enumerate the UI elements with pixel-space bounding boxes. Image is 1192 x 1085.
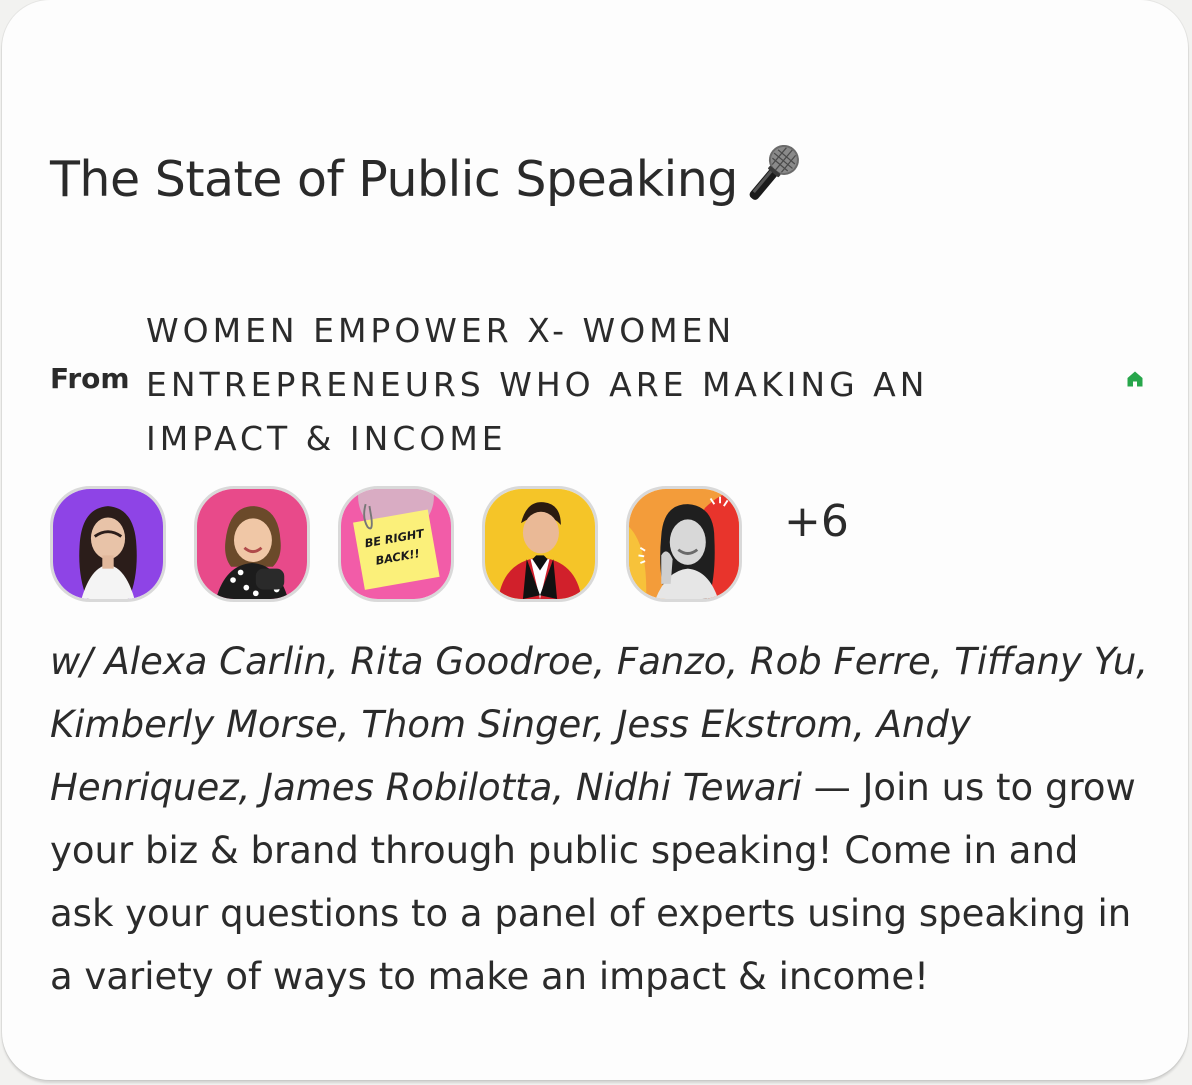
speaker-avatar[interactable] <box>50 486 166 602</box>
speaker-avatar[interactable] <box>482 486 598 602</box>
club-row[interactable]: From WOMEN EMPOWER X- WOMEN ENTREPRENEUR… <box>50 304 1150 464</box>
event-card[interactable]: The State of Public Speaking From WOMEN … <box>2 0 1188 1080</box>
microphone-icon <box>738 140 808 206</box>
club-name[interactable]: WOMEN EMPOWER X- WOMEN ENTREPRENEURS WHO… <box>146 304 1026 466</box>
home-icon <box>1126 370 1144 388</box>
event-title: The State of Public Speaking <box>50 151 738 208</box>
event-description: w/ Alexa Carlin, Rita Goodroe, Fanzo, Ro… <box>50 630 1150 1008</box>
speaker-avatar[interactable] <box>626 486 742 602</box>
more-speakers-count: +6 <box>784 496 849 547</box>
from-label: From <box>50 362 130 395</box>
speaker-avatar[interactable]: BE RIGHT BACK!! <box>338 486 454 602</box>
event-title-row: The State of Public Speaking <box>50 140 808 208</box>
speaker-avatar[interactable] <box>194 486 310 602</box>
